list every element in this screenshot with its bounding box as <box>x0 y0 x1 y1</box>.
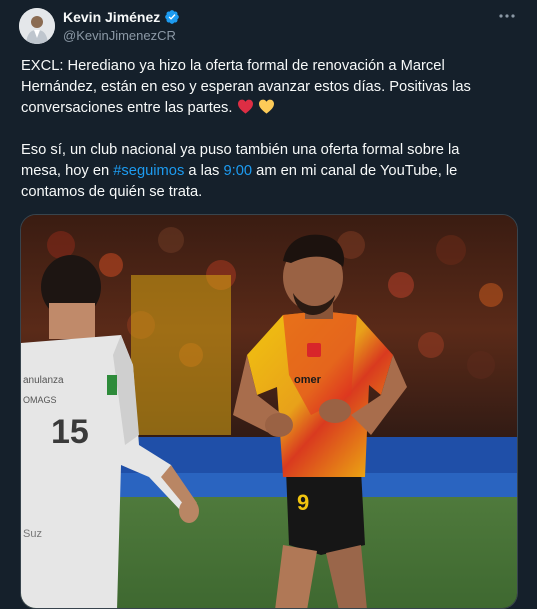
tweet-paragraph-1: EXCL: Herediano ya hizo la oferta formal… <box>21 56 501 119</box>
avatar[interactable] <box>19 8 55 44</box>
author-display-name[interactable]: Kevin Jiménez <box>63 9 160 25</box>
shorts-number: 9 <box>297 490 309 515</box>
tweet-text-segment: mesa, hoy en <box>21 163 114 179</box>
avatar-image <box>19 8 55 44</box>
tweet-text: EXCL: Herediano ya hizo la oferta formal… <box>21 56 501 224</box>
time-link[interactable]: 9:00 <box>223 163 252 179</box>
author-name-row[interactable]: Kevin Jiménez <box>63 8 180 26</box>
jersey-sponsor: omer <box>294 374 322 386</box>
yellow-heart-emoji-icon <box>258 99 275 114</box>
tweet-line: Hernández, están en eso y esperan avanza… <box>21 79 471 95</box>
soccer-photo: 15 anulanza OMAGS Suz 9 omer <box>21 215 517 608</box>
tweet[interactable]: Kevin Jiménez @KevinJimenezCR EXCL: Here… <box>0 0 537 609</box>
opponent-sponsor: OMAGS <box>23 395 57 405</box>
tweet-line: conversaciones entre las partes. <box>21 98 501 119</box>
tweet-paragraph-2: Eso sí, un club nacional ya puso también… <box>21 140 501 203</box>
tweet-media-photo[interactable]: 15 anulanza OMAGS Suz 9 omer <box>20 214 518 609</box>
tweet-line: contamos de quién se trata. <box>21 184 203 200</box>
tweet-text-segment: am en mi canal de YouTube, le <box>252 163 458 179</box>
author-handle[interactable]: @KevinJimenezCR <box>63 28 176 43</box>
opponent-jersey-number: 15 <box>51 413 89 451</box>
tweet-line: Eso sí, un club nacional ya puso también… <box>21 142 460 158</box>
tweet-text-segment: a las <box>184 163 224 179</box>
more-horizontal-icon[interactable] <box>497 6 517 26</box>
tweet-line: EXCL: Herediano ya hizo la oferta formal… <box>21 58 445 74</box>
opponent-sponsor: Suz <box>23 528 42 540</box>
hashtag-link[interactable]: #seguimos <box>113 163 184 179</box>
tweet-line-text: conversaciones entre las partes. <box>21 100 233 116</box>
red-heart-emoji-icon <box>237 99 254 114</box>
tweet-line: mesa, hoy en #seguimos a las 9:00 am en … <box>21 161 501 182</box>
opponent-sponsor: anulanza <box>23 375 64 386</box>
verified-badge-icon[interactable] <box>164 9 180 25</box>
